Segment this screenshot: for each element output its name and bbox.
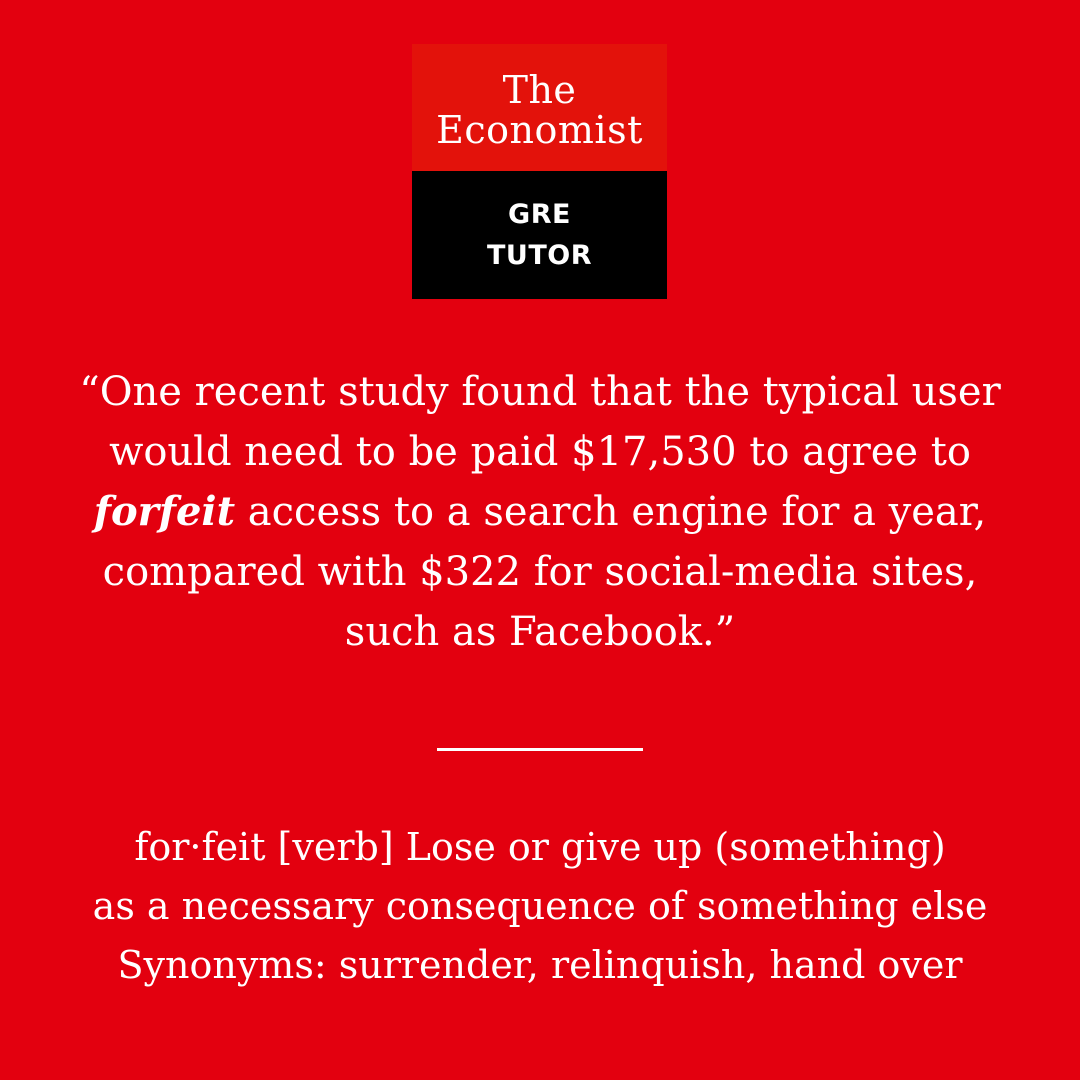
definition-headword-line: for·feit [verb] Lose or give up (somethi…	[134, 825, 946, 869]
example-quote: “One recent study found that the typical…	[60, 362, 1020, 662]
quote-text-before: “One recent study found that the typical…	[79, 369, 1001, 475]
logo-wordmark: The Economist	[412, 44, 667, 171]
gre-tutor-badge: GRE TUTOR	[412, 171, 667, 299]
logo-line-the: The	[502, 67, 577, 112]
badge-line-tutor: TUTOR	[486, 240, 592, 271]
quote-text-after: access to a search engine for a year, co…	[102, 489, 987, 655]
logo-line-economist: Economist	[436, 107, 643, 152]
word-definition: for·feit [verb] Lose or give up (somethi…	[40, 818, 1040, 995]
economist-logo: The Economist GRE TUTOR	[412, 44, 667, 299]
quote-highlight-word: forfeit	[93, 488, 236, 535]
divider-line	[437, 748, 643, 751]
badge-line-gre: GRE	[508, 199, 571, 230]
definition-meaning-line: as a necessary consequence of something …	[92, 884, 988, 928]
definition-synonyms-line: Synonyms: surrender, relinquish, hand ov…	[117, 943, 963, 987]
